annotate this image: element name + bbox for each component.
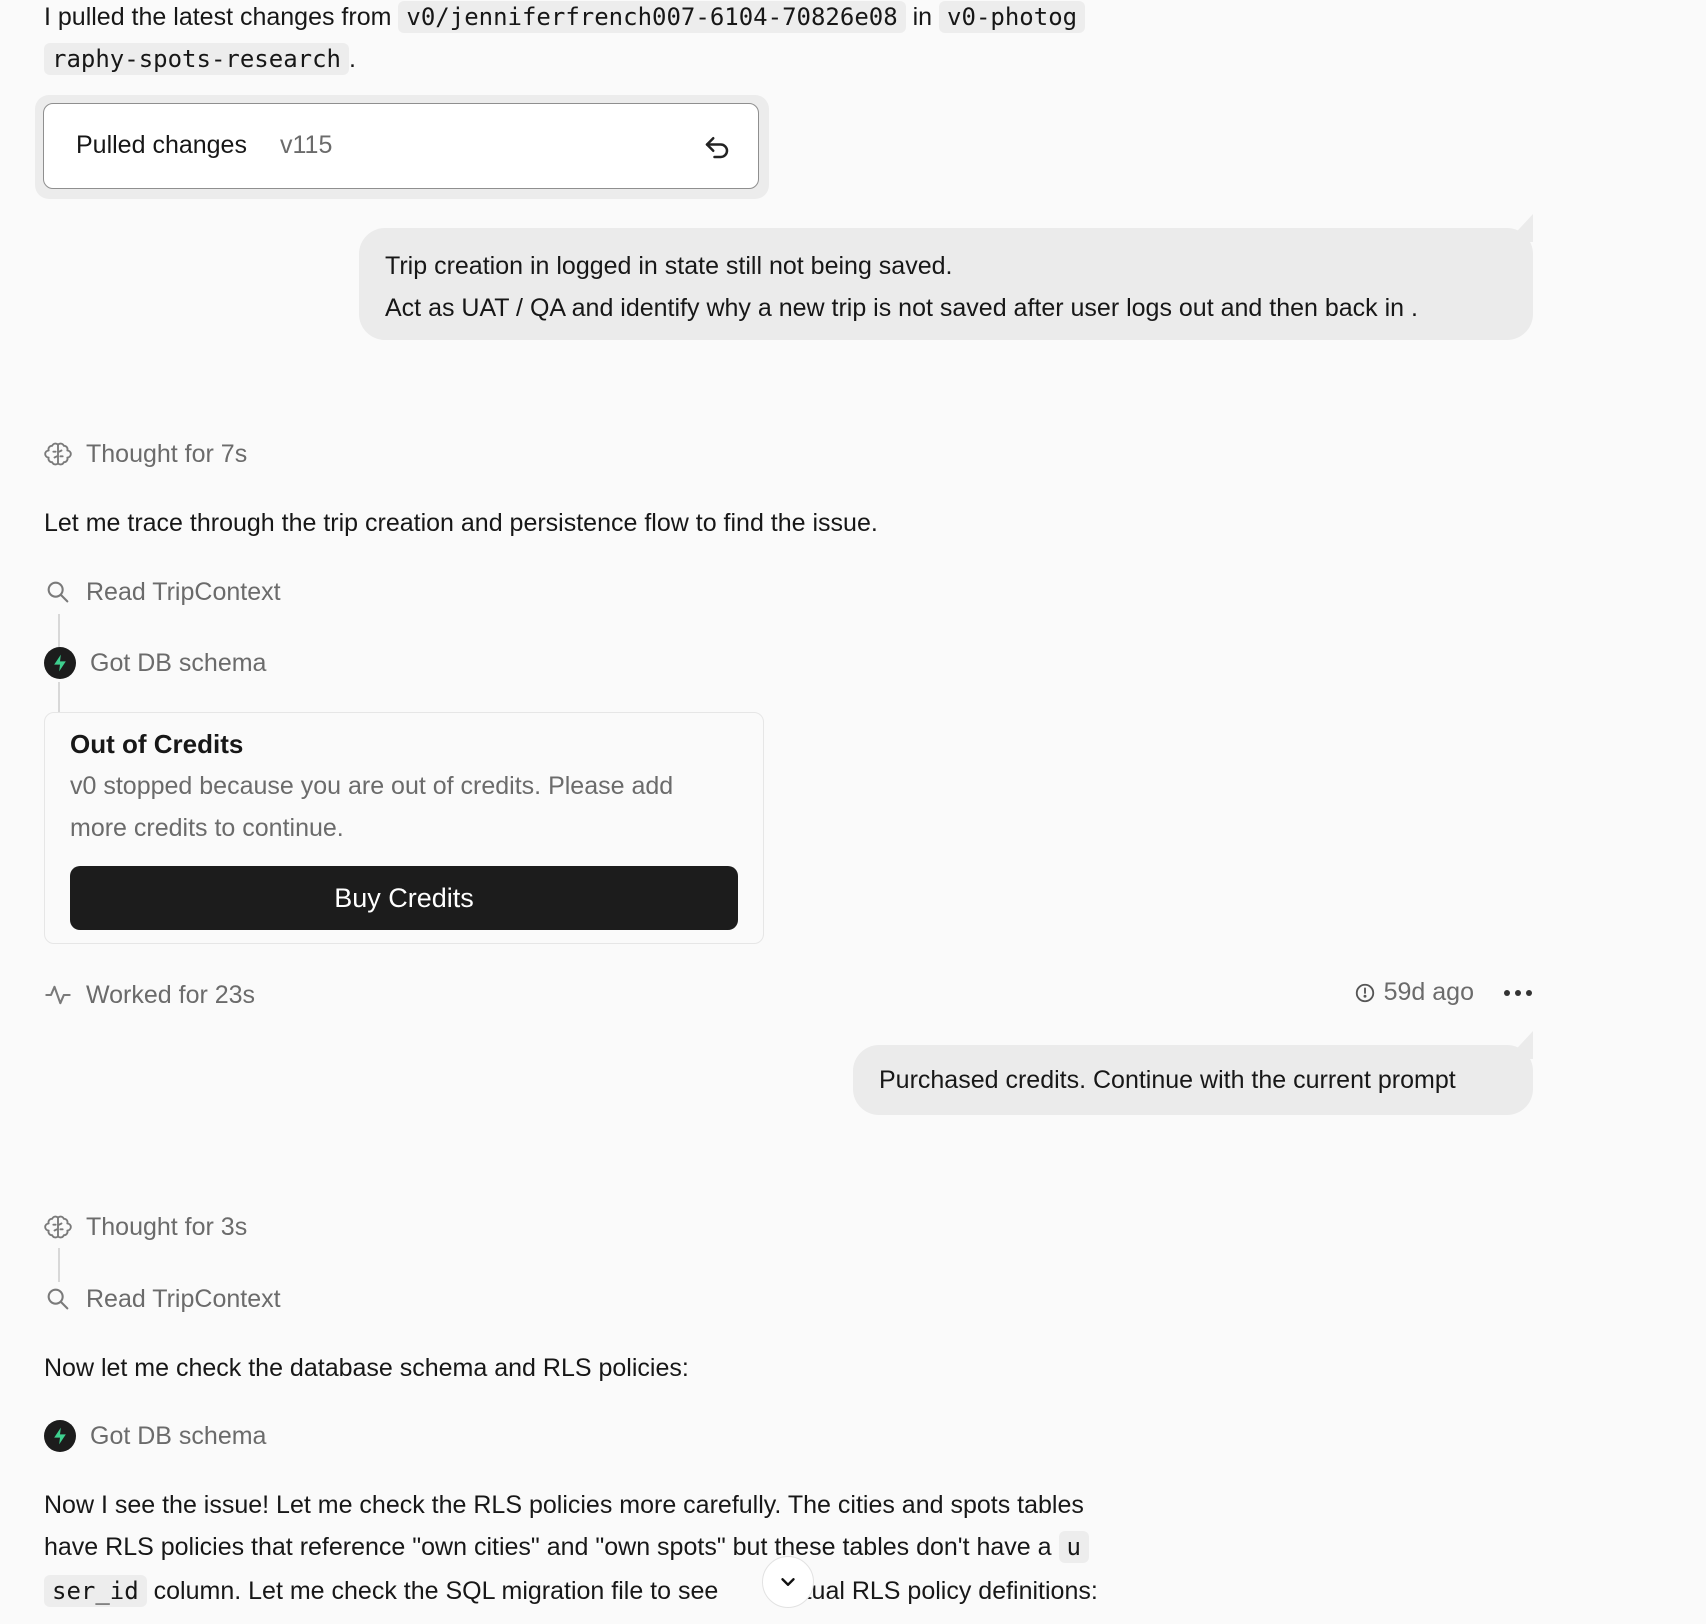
bubble-tail (1507, 214, 1533, 242)
branch-name: v0/jenniferfrench007-6104-70826e08 (398, 1, 906, 33)
step-connector (58, 1248, 60, 1282)
out-of-credits-card: Out of Credits v0 stopped because you ar… (44, 712, 764, 944)
paragraph-text: column. Let me check the SQL migration f… (153, 1577, 719, 1605)
intro-suffix: . (348, 45, 356, 73)
more-options-icon[interactable] (1500, 986, 1536, 1000)
supabase-icon (44, 647, 76, 679)
thought-label: Thought for 3s (86, 1213, 248, 1241)
user-message-bubble: Purchased credits. Continue with the cur… (853, 1031, 1533, 1115)
clock-icon (1355, 983, 1374, 1002)
thought-step[interactable]: Thought for 3s (44, 1208, 247, 1246)
revert-icon[interactable] (702, 132, 732, 162)
bubble-tail (1507, 1031, 1533, 1059)
search-icon (47, 1288, 69, 1310)
supabase-icon (44, 1420, 76, 1452)
credits-title: Out of Credits (70, 729, 244, 759)
read-file-label: Read TripContext (86, 1285, 281, 1313)
intro-message: I pulled the latest changes from v0/jenn… (44, 0, 1169, 80)
paragraph-line: ser_id column. Let me check the SQL migr… (44, 1570, 1174, 1614)
pulled-changes-wrapper: Pulled changes v115 (35, 95, 769, 199)
repo-name-part-1: v0-photog (939, 1, 1086, 33)
worked-label: Worked for 23s (86, 981, 256, 1009)
user-message-line: Act as UAT / QA and identify why a new t… (385, 294, 1418, 322)
db-schema-step[interactable]: Got DB schema (44, 644, 266, 682)
brain-icon (44, 1215, 72, 1239)
pulled-changes-label: Pulled changes (76, 131, 247, 159)
thought-step[interactable]: Thought for 7s (44, 435, 247, 473)
assistant-message: Now let me check the database schema and… (44, 1354, 689, 1382)
buy-credits-button[interactable]: Buy Credits (70, 866, 738, 930)
column-name-part-2: ser_id (44, 1575, 147, 1607)
step-connector (58, 682, 60, 712)
paragraph-line: have RLS policies that reference "own ci… (44, 1526, 1174, 1570)
credits-description: v0 stopped because you are out of credit… (70, 772, 674, 842)
timestamp-label: 59d ago (1383, 978, 1474, 1006)
user-message-bubble: Trip creation in logged in state still n… (359, 214, 1533, 340)
scroll-to-bottom-button[interactable] (762, 1556, 814, 1608)
db-schema-label: Got DB schema (90, 649, 267, 677)
assistant-message: Let me trace through the trip creation a… (44, 509, 878, 537)
read-file-step[interactable]: Read TripContext (44, 1280, 281, 1318)
user-message-line: Trip creation in logged in state still n… (385, 252, 953, 280)
db-schema-label: Got DB schema (90, 1422, 267, 1450)
thought-label: Thought for 7s (86, 440, 248, 468)
step-connector (58, 614, 60, 648)
worked-step[interactable]: Worked for 23s (44, 976, 255, 1014)
brain-icon (44, 442, 72, 466)
chevron-down-icon (781, 1578, 795, 1586)
read-file-label: Read TripContext (86, 578, 281, 606)
activity-icon (45, 985, 71, 1005)
paragraph-line: Now I see the issue! Let me check the RL… (44, 1491, 1084, 1519)
search-icon (47, 581, 69, 603)
timestamp: 59d ago (1354, 978, 1474, 1007)
read-file-step[interactable]: Read TripContext (44, 573, 281, 611)
intro-middle: in (912, 3, 933, 31)
intro-prefix: I pulled the latest changes from (44, 3, 392, 31)
column-name-part-1: u (1058, 1531, 1089, 1563)
repo-name-part-2: raphy-spots-research (44, 43, 349, 75)
version-label: v115 (280, 131, 333, 159)
user-message-line: Purchased credits. Continue with the cur… (879, 1066, 1456, 1094)
paragraph-text: actual RLS policy definitions: (778, 1577, 1098, 1605)
message-meta: 59d ago (1354, 978, 1536, 1007)
pulled-changes-card[interactable]: Pulled changes v115 (43, 103, 759, 189)
assistant-paragraph: Now I see the issue! Let me check the RL… (44, 1484, 1174, 1614)
db-schema-step[interactable]: Got DB schema (44, 1417, 266, 1455)
paragraph-text: have RLS policies that reference "own ci… (44, 1533, 1052, 1561)
